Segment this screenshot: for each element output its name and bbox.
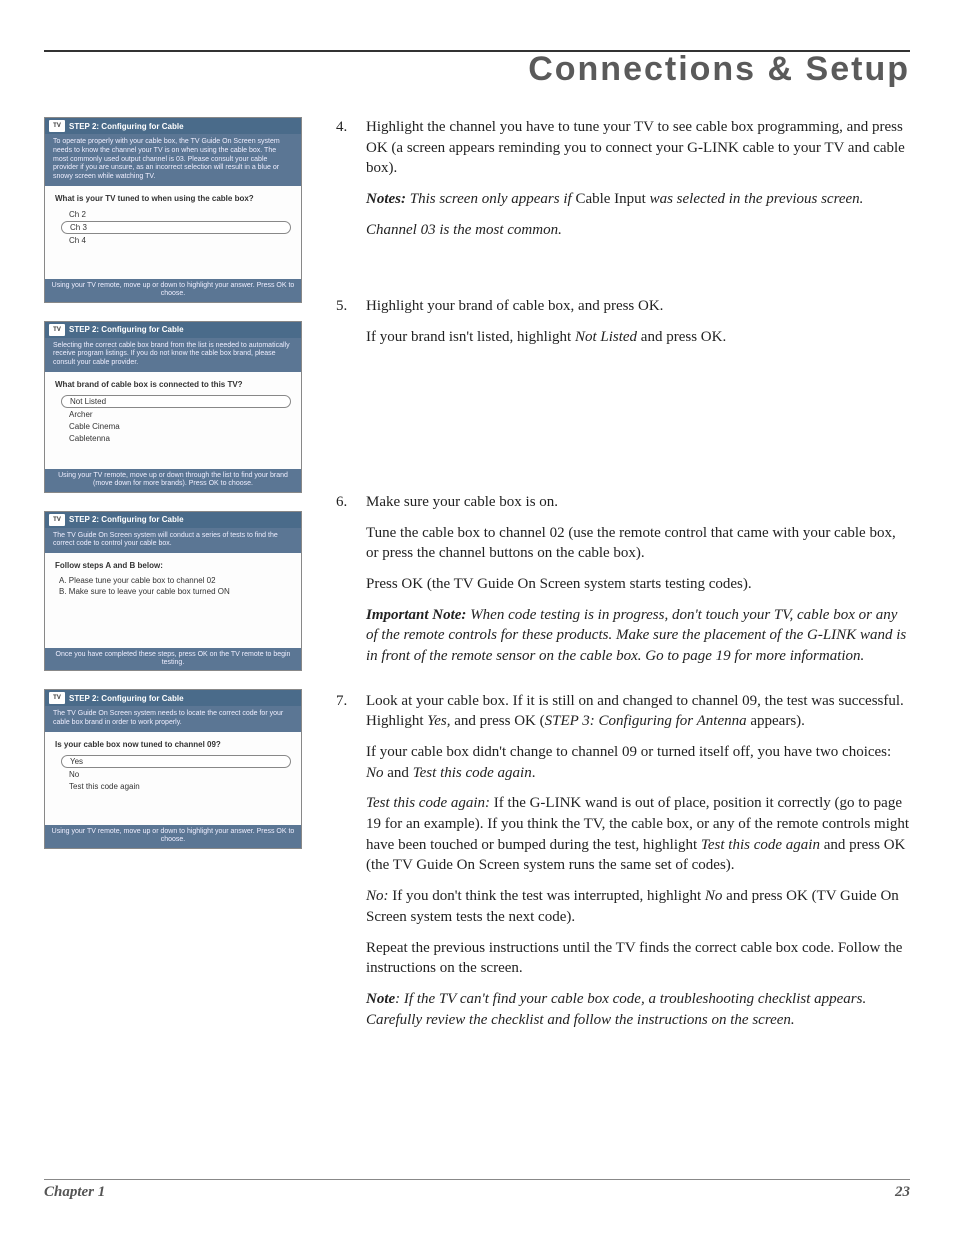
step-7-f-label: Note	[366, 991, 395, 1007]
step-7-b-end: .	[532, 765, 536, 781]
step-7-d-label: No:	[366, 888, 389, 904]
tv-guide-badge: TV	[49, 692, 65, 704]
ss1-body: What is your TV tuned to when using the …	[45, 186, 301, 279]
step-5-a: Highlight your brand of cable box, and p…	[366, 296, 910, 317]
ss2-opt-1: Archer	[61, 409, 291, 420]
step-7-b-and: and	[384, 765, 413, 781]
step-7-a-2: and press OK (	[450, 713, 544, 729]
ss2-question: What brand of cable box is connected to …	[55, 380, 291, 389]
step-7-c-em: Test this code again	[701, 837, 820, 853]
step-7-c-label: Test this code again:	[366, 795, 490, 811]
ss4-question: Is your cable box now tuned to channel 0…	[55, 740, 291, 749]
ss3-intro: The TV Guide On Screen system will condu…	[45, 528, 301, 554]
step-7-b: If your cable box didn't change to chann…	[366, 742, 910, 783]
ss3-step-a: A. Please tune your cable box to channel…	[59, 576, 291, 587]
footer-page-number: 23	[895, 1184, 910, 1201]
step-7-b-no: No	[366, 765, 384, 781]
step-6-a: Make sure your cable box is on.	[366, 492, 910, 513]
ss1-titlebar: TV STEP 2: Configuring for Cable	[45, 118, 301, 134]
step-4-note-1c: was selected in the previous screen.	[646, 191, 864, 207]
step-7-a-yes: Yes,	[427, 713, 450, 729]
ss4-intro: The TV Guide On Screen system needs to l…	[45, 706, 301, 732]
important-note-label: Important Note:	[366, 607, 466, 623]
ss4-opt-0: Yes	[61, 755, 291, 768]
ss2-body: What brand of cable box is connected to …	[45, 372, 301, 469]
step-7-f-body: : If the TV can't find your cable box co…	[366, 991, 866, 1028]
step-6-number: 6.	[330, 492, 366, 677]
left-column: TV STEP 2: Configuring for Cable To oper…	[44, 117, 302, 1054]
footer-chapter: Chapter 1	[44, 1184, 105, 1201]
step-4-note-2: Channel 03 is the most common.	[366, 220, 910, 241]
ss3-body: Follow steps A and B below: A. Please tu…	[45, 553, 301, 648]
tv-guide-badge: TV	[49, 324, 65, 336]
step-7-b-1: If your cable box didn't change to chann…	[366, 744, 891, 760]
ss1-intro: To operate properly with your cable box,…	[45, 134, 301, 186]
ss3-step-b: B. Make sure to leave your cable box tur…	[59, 587, 291, 598]
ss2-opt-2: Cable Cinema	[61, 421, 291, 432]
step-7-f: Note: If the TV can't find your cable bo…	[366, 989, 910, 1030]
ss3-foot: Once you have completed these steps, pre…	[45, 648, 301, 671]
screenshot-follow-steps: TV STEP 2: Configuring for Cable The TV …	[44, 511, 302, 672]
ss4-title: STEP 2: Configuring for Cable	[69, 694, 184, 703]
content-columns: TV STEP 2: Configuring for Cable To oper…	[44, 117, 910, 1054]
ss4-foot: Using your TV remote, move up or down to…	[45, 825, 301, 848]
ss2-title: STEP 2: Configuring for Cable	[69, 325, 184, 334]
step-5-number: 5.	[330, 296, 366, 357]
ss4-opt-1: No	[61, 769, 291, 780]
ss4-opt-2: Test this code again	[61, 781, 291, 792]
step-6-c: Press OK (the TV Guide On Screen system …	[366, 574, 910, 595]
step-5: 5. Highlight your brand of cable box, an…	[330, 296, 910, 357]
tv-guide-badge: TV	[49, 120, 65, 132]
ss1-opt-0: Ch 2	[61, 209, 291, 220]
screenshot-tuned-09: TV STEP 2: Configuring for Cable The TV …	[44, 689, 302, 848]
ss4-body: Is your cable box now tuned to channel 0…	[45, 732, 301, 825]
step-4-number: 4.	[330, 117, 366, 250]
step-5-b-pre: If your brand isn't listed, highlight	[366, 329, 575, 345]
ss1-question: What is your TV tuned to when using the …	[55, 194, 291, 203]
right-column: 4. Highlight the channel you have to tun…	[330, 117, 910, 1054]
step-7-d: No: If you don't think the test was inte…	[366, 886, 910, 927]
ss3-question: Follow steps A and B below:	[55, 561, 291, 570]
step-5-b: If your brand isn't listed, highlight No…	[366, 327, 910, 348]
step-6: 6. Make sure your cable box is on. Tune …	[330, 492, 910, 677]
ss1-opt-1: Ch 3	[61, 221, 291, 234]
ss1-foot: Using your TV remote, move up or down to…	[45, 279, 301, 302]
screenshot-brand: TV STEP 2: Configuring for Cable Selecti…	[44, 321, 302, 493]
ss3-titlebar: TV STEP 2: Configuring for Cable	[45, 512, 301, 528]
step-7-d-1: If you don't think the test was interrup…	[389, 888, 705, 904]
step-7-a: Look at your cable box. If it is still o…	[366, 691, 910, 732]
step-7-d-no: No	[705, 888, 723, 904]
step-7-e: Repeat the previous instructions until t…	[366, 938, 910, 979]
ss1-opt-2: Ch 4	[61, 235, 291, 246]
step-7-b-test: Test this code again	[413, 765, 532, 781]
ss4-titlebar: TV STEP 2: Configuring for Cable	[45, 690, 301, 706]
step-4: 4. Highlight the channel you have to tun…	[330, 117, 910, 250]
ss2-foot: Using your TV remote, move up or down th…	[45, 469, 301, 492]
step-5-b-post: and press OK.	[637, 329, 726, 345]
ss2-opt-3: Cabletenna	[61, 433, 291, 444]
notes-label: Notes:	[366, 191, 406, 207]
step-4-text: Highlight the channel you have to tune y…	[366, 117, 910, 179]
step-4-note-1a: This screen only appears if	[406, 191, 575, 207]
tv-guide-badge: TV	[49, 514, 65, 526]
step-4-note-1: Notes: This screen only appears if Cable…	[366, 189, 910, 210]
step-6-b: Tune the cable box to channel 02 (use th…	[366, 523, 910, 564]
ss2-titlebar: TV STEP 2: Configuring for Cable	[45, 322, 301, 338]
step-5-b-em: Not Listed	[575, 329, 637, 345]
step-7-c: Test this code again: If the G-LINK wand…	[366, 793, 910, 876]
step-7-a-3: appears).	[747, 713, 805, 729]
ss2-opt-0: Not Listed	[61, 395, 291, 408]
ss1-title: STEP 2: Configuring for Cable	[69, 122, 184, 131]
step-6-important: Important Note: When code testing is in …	[366, 605, 910, 667]
step-7-a-step3: STEP 3: Configuring for Antenna	[545, 713, 747, 729]
step-7: 7. Look at your cable box. If it is stil…	[330, 691, 910, 1041]
step-4-note-1b: Cable Input	[575, 191, 645, 207]
screenshot-channel: TV STEP 2: Configuring for Cable To oper…	[44, 117, 302, 303]
page-title: Connections & Setup	[44, 50, 910, 89]
step-7-number: 7.	[330, 691, 366, 1041]
ss3-title: STEP 2: Configuring for Cable	[69, 515, 184, 524]
page-footer: Chapter 1 23	[44, 1179, 910, 1201]
ss2-intro: Selecting the correct cable box brand fr…	[45, 338, 301, 372]
